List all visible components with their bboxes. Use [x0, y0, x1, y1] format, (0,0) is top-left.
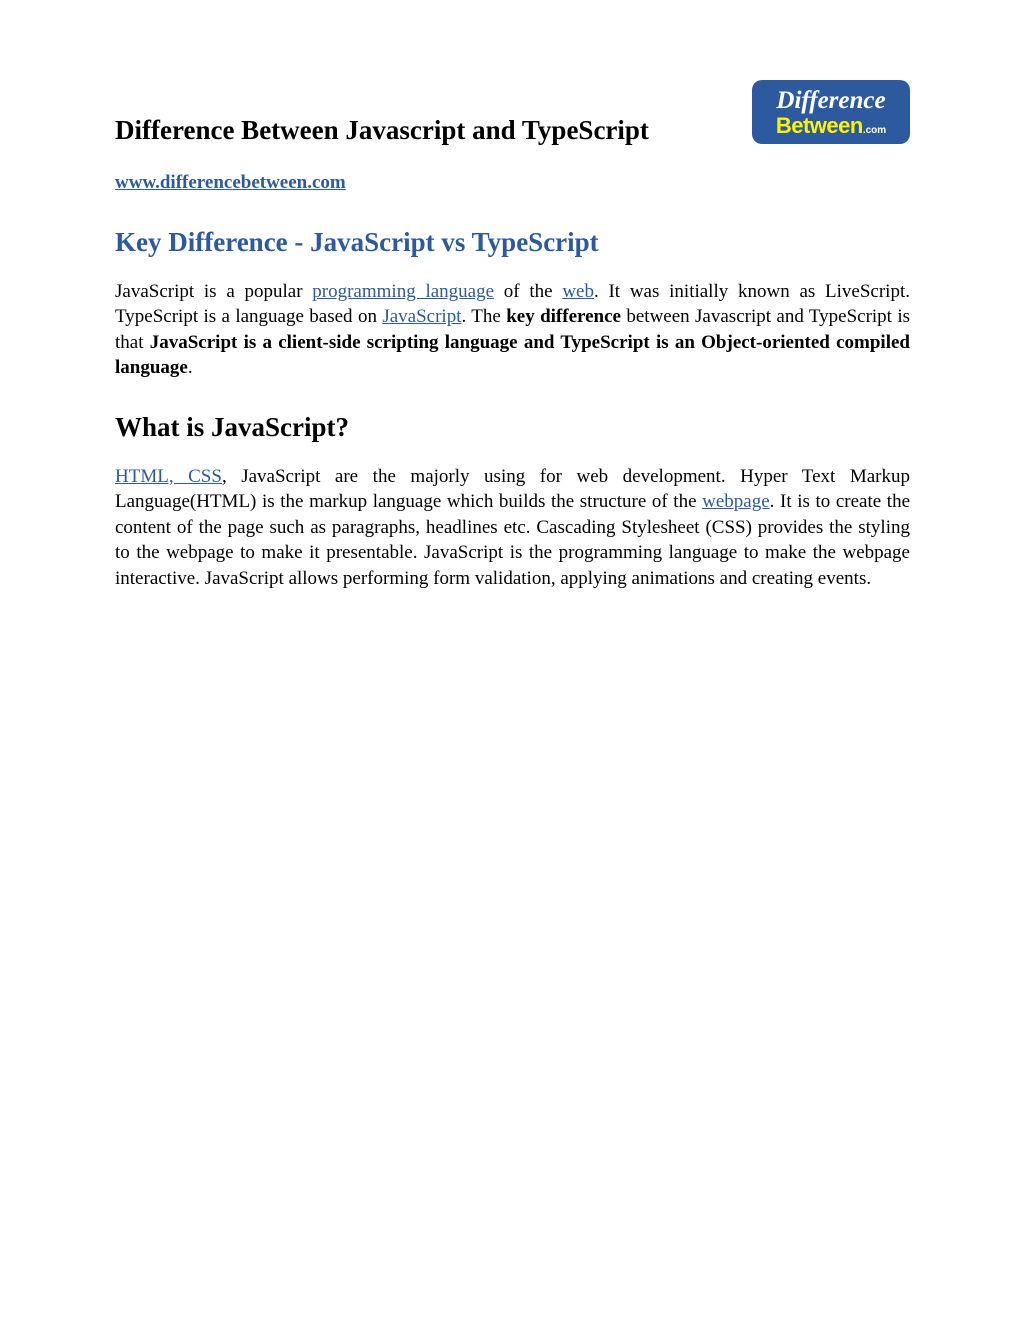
- text-segment: of the: [494, 281, 562, 302]
- bold-statement: JavaScript is a client-side scripting la…: [115, 332, 910, 379]
- key-difference-heading: Key Difference - JavaScript vs TypeScrip…: [115, 224, 910, 260]
- logo-line1-text: Difference: [762, 88, 900, 114]
- text-segment: . The: [461, 306, 506, 327]
- logo-line2-text: Between: [776, 113, 863, 138]
- webpage-link[interactable]: webpage: [702, 491, 770, 512]
- key-difference-paragraph: JavaScript is a popular programming lang…: [115, 279, 910, 382]
- javascript-link[interactable]: JavaScript: [382, 306, 461, 327]
- logo-suffix-text: .com: [863, 125, 886, 136]
- logo-line2-wrap: Between.com: [762, 114, 900, 138]
- text-segment: JavaScript is a popular: [115, 281, 312, 302]
- what-is-javascript-heading: What is JavaScript?: [115, 409, 910, 445]
- web-link[interactable]: web: [562, 281, 594, 302]
- programming-language-link[interactable]: programming language: [312, 281, 494, 302]
- what-is-javascript-paragraph: HTML, CSS, JavaScript are the majorly us…: [115, 464, 910, 592]
- html-css-link[interactable]: HTML, CSS: [115, 466, 222, 487]
- bold-key-difference: key difference: [506, 306, 621, 327]
- header-row: Difference Between Javascript and TypeSc…: [115, 80, 910, 148]
- site-url-link[interactable]: www.differencebetween.com: [115, 172, 346, 193]
- text-segment: .: [188, 357, 193, 378]
- site-logo-badge: Difference Between.com: [752, 80, 910, 144]
- page-title: Difference Between Javascript and TypeSc…: [115, 80, 649, 148]
